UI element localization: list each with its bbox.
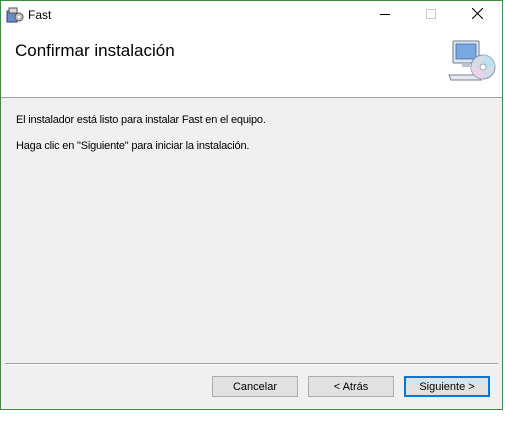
close-button[interactable] [454, 1, 500, 29]
title-bar[interactable]: Fast [1, 1, 502, 29]
maximize-icon [426, 6, 436, 24]
close-icon [471, 6, 483, 24]
cancel-button[interactable]: Cancelar [212, 376, 298, 397]
minimize-icon [380, 6, 390, 24]
installer-app-icon [6, 6, 24, 24]
minimize-button[interactable] [362, 1, 408, 29]
page-title: Confirmar instalación [15, 41, 175, 60]
next-button[interactable]: Siguiente > [404, 376, 490, 397]
instruction-message: Haga clic en "Siguiente" para iniciar la… [16, 140, 250, 152]
back-button[interactable]: < Atrás [308, 376, 394, 397]
footer-divider [5, 363, 498, 365]
maximize-button[interactable] [408, 1, 454, 29]
computer-cd-icon [447, 39, 497, 85]
ready-message: El instalador está listo para instalar F… [16, 114, 266, 126]
window-title: Fast [28, 8, 52, 22]
wizard-header: Confirmar instalación [1, 29, 502, 98]
installer-window: Fast Confirmar instalación El instalador… [0, 0, 503, 410]
